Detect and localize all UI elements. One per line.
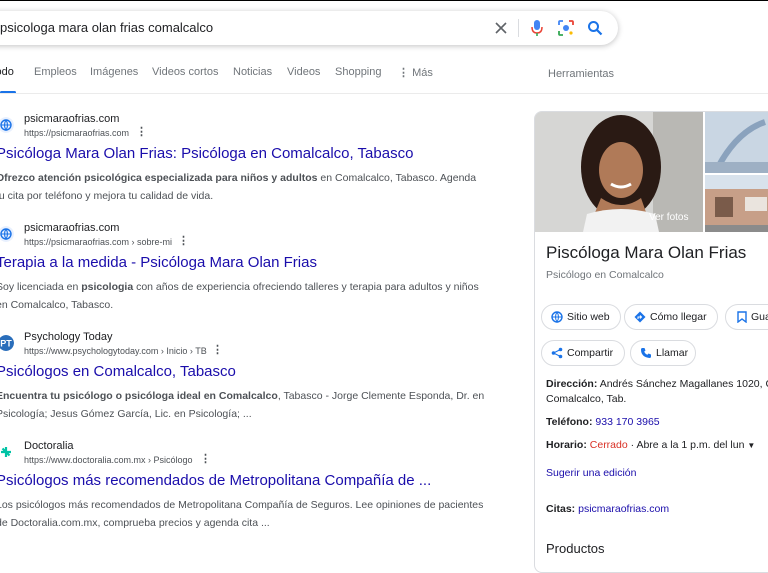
search-input[interactable]: psicologa mara olan frias comalcalco	[0, 20, 213, 35]
result-snippet: Los psicólogos más recomendados de Metro…	[0, 496, 486, 532]
globe-icon	[0, 117, 14, 133]
share-button[interactable]: Compartir	[541, 340, 625, 366]
knowledge-panel: Ver fotos Piscóloga Mara Olan Frias Psic…	[534, 111, 768, 573]
directions-button[interactable]: Cómo llegar	[624, 304, 718, 330]
result-url[interactable]: https://psicmaraofrias.com › sobre-mi	[24, 237, 172, 247]
tab-mas-label: Más	[412, 67, 433, 79]
place-photo-illustration	[705, 112, 768, 173]
more-vert-icon: ⋮	[398, 67, 409, 79]
more-options-icon[interactable]: ⋮	[200, 454, 211, 465]
result-title-link[interactable]: Terapia a la medida - Psicóloga Mara Ola…	[0, 254, 317, 271]
search-icon[interactable]	[587, 20, 603, 36]
hours-row[interactable]: Horario: Cerrado · Abre a la 1 p.m. del …	[546, 438, 755, 453]
phone-link[interactable]: 933 170 3965	[595, 416, 659, 428]
globe-icon	[551, 311, 563, 323]
place-photo[interactable]	[705, 112, 768, 173]
snippet-text: Los psicólogos más recomendados de Metro…	[0, 499, 484, 529]
business-title: Piscóloga Mara Olan Frias	[546, 243, 747, 262]
result-title-link[interactable]: Psicóloga Mara Olan Frias: Psicóloga en …	[0, 145, 413, 162]
website-button-label: Sitio web	[567, 311, 610, 323]
share-icon	[551, 347, 563, 359]
website-button[interactable]: Sitio web	[541, 304, 621, 330]
tab-empleos[interactable]: Empleos	[34, 66, 77, 78]
profile-photo[interactable]: Ver fotos	[535, 112, 703, 232]
result-title-link[interactable]: Psicólogos en Comalcalco, Tabasco	[0, 363, 236, 380]
lens-icon[interactable]	[558, 20, 574, 36]
hours-status: Cerrado	[589, 439, 628, 451]
search-box[interactable]: psicologa mara olan frias comalcalco	[0, 11, 618, 45]
products-heading: Productos	[546, 541, 605, 556]
call-button[interactable]: Llamar	[630, 340, 696, 366]
globe-icon	[0, 226, 14, 242]
search-divider	[518, 19, 519, 37]
result-url[interactable]: https://psicmaraofrias.com	[24, 128, 129, 138]
save-button[interactable]: Guardar	[725, 304, 768, 330]
phone-label: Teléfono:	[546, 416, 593, 428]
result-site-name: Psychology Today	[24, 331, 113, 343]
result-snippet: Soy licenciada en psicologia con años de…	[0, 278, 486, 314]
result-title-link[interactable]: Psicólogos más recomendados de Metropoli…	[0, 472, 431, 489]
doctoralia-icon	[0, 444, 14, 460]
tab-todo[interactable]: Todo	[0, 66, 14, 78]
tab-noticias[interactable]: Noticias	[233, 66, 272, 78]
snippet-bold: Encuentra tu psicólogo o psicóloga ideal…	[0, 390, 278, 402]
mic-icon[interactable]	[530, 19, 544, 37]
address-label: Dirección:	[546, 378, 598, 390]
hours-label: Horario:	[546, 439, 587, 451]
hours-detail: · Abre a la 1 p.m. del lun	[627, 439, 745, 451]
address-line2[interactable]: Comalcalco, Tab.	[546, 393, 626, 405]
tab-mas[interactable]: ⋮ Más	[398, 66, 433, 79]
svg-text:PT: PT	[0, 339, 12, 349]
result-url[interactable]: https://www.doctoralia.com.mx › Psicólog…	[24, 455, 193, 465]
address-row: Dirección: Andrés Sánchez Magallanes 102…	[546, 377, 768, 407]
business-category: Psicólogo en Comalcalco	[546, 269, 664, 281]
directions-icon	[634, 311, 646, 323]
close-icon[interactable]	[494, 21, 508, 35]
place-photo[interactable]	[705, 175, 768, 232]
phone-icon	[641, 348, 651, 358]
address-value[interactable]: Andrés Sánchez Magallanes 1020, C	[600, 378, 768, 390]
save-button-label: Guardar	[751, 311, 768, 323]
tab-videos-cortos[interactable]: Videos cortos	[152, 66, 218, 78]
result-site-name: psicmaraofrias.com	[24, 222, 120, 234]
snippet-text: Soy licenciada en	[0, 281, 82, 293]
citas-link[interactable]: psicmaraofrias.com	[578, 503, 669, 515]
suggest-edit-row: Sugerir una edición	[546, 466, 636, 481]
more-options-icon[interactable]: ⋮	[178, 236, 189, 247]
more-options-icon[interactable]: ⋮	[136, 127, 147, 138]
suggest-edit-link[interactable]: Sugerir una edición	[546, 467, 636, 479]
phone-row: Teléfono: 933 170 3965	[546, 415, 660, 430]
tab-shopping[interactable]: Shopping	[335, 66, 382, 78]
share-button-label: Compartir	[567, 347, 614, 359]
citas-row: Citas: psicmaraofrias.com	[546, 502, 669, 517]
window-top-border	[0, 0, 768, 1]
snippet-bold: Ofrezco atención psicológica especializa…	[0, 172, 318, 184]
result-site-name: psicmaraofrias.com	[24, 113, 120, 125]
result-snippet: Ofrezco atención psicológica especializa…	[0, 169, 486, 205]
result-site-name: Doctoralia	[24, 440, 74, 452]
result-snippet: Encuentra tu psicólogo o psicóloga ideal…	[0, 387, 486, 423]
citas-label: Citas:	[546, 503, 576, 515]
tabs-divider	[0, 93, 768, 94]
snippet-bold: psicologia	[81, 281, 134, 293]
more-options-icon[interactable]: ⋮	[212, 345, 223, 356]
tab-imagenes[interactable]: Imágenes	[90, 66, 138, 78]
caret-down-icon[interactable]: ▼	[747, 441, 755, 450]
building-photo-illustration	[705, 175, 768, 232]
tools-button[interactable]: Herramientas	[548, 68, 614, 80]
tab-videos[interactable]: Videos	[287, 66, 320, 78]
psychology-today-icon: PT	[0, 335, 14, 351]
call-button-label: Llamar	[656, 347, 689, 359]
bookmark-icon	[737, 311, 747, 323]
see-photos-label[interactable]: Ver fotos	[649, 212, 688, 223]
result-url[interactable]: https://www.psychologytoday.com › Inicio…	[24, 346, 207, 356]
directions-button-label: Cómo llegar	[650, 311, 707, 323]
